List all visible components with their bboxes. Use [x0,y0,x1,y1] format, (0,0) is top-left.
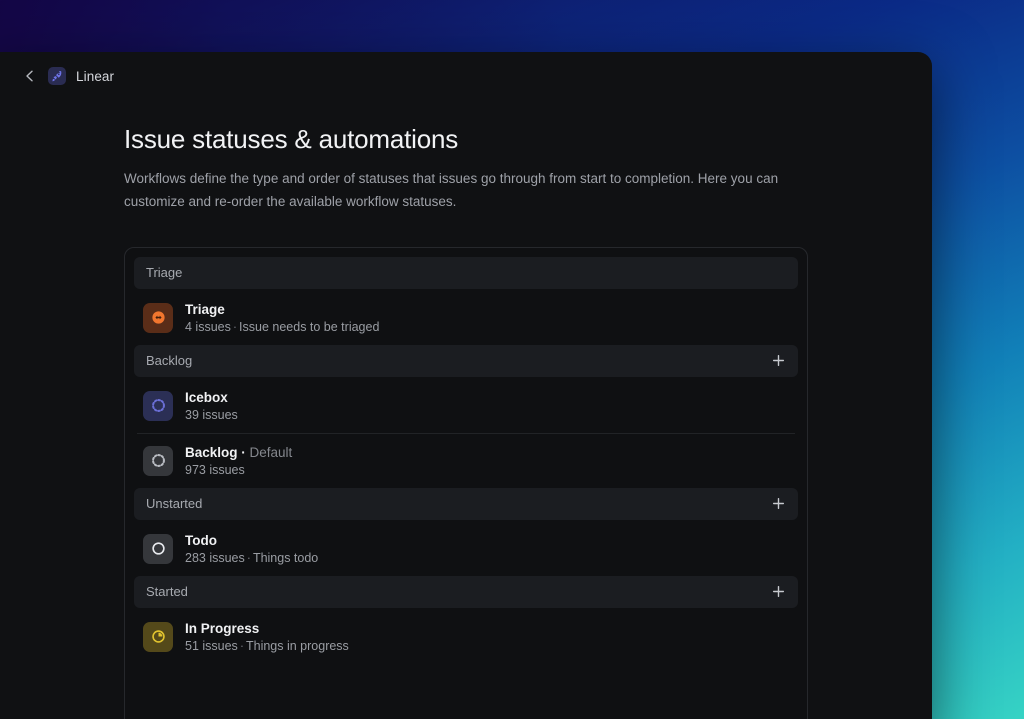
progress-pie-icon [143,621,173,652]
app-title: Linear [76,68,115,84]
triage-icon [143,302,173,333]
status-row[interactable]: Todo 283 issues · Things todo [137,522,795,576]
status-row[interactable]: Triage 4 issues · Issue needs to be triaged [137,291,795,345]
status-list-backlog: Icebox 39 issues Backlog · Default 973 issu… [134,379,798,488]
page-description: Workflows define the type and order of s… [124,171,779,210]
status-issue-count: 51 issues [185,638,238,653]
section-title: Unstarted [146,496,203,512]
status-description: Issue needs to be triaged [239,319,380,334]
section-title: Triage [146,265,183,281]
status-name: Icebox [185,390,238,405]
status-list-started: In Progress 51 issues · Things in progress [134,610,798,664]
status-meta-separator: · [232,319,238,334]
status-text: Icebox 39 issues [185,390,238,422]
app-window: Linear Issue statuses & automations Work… [0,52,932,719]
status-list-unstarted: Todo 283 issues · Things todo [134,522,798,576]
section-header-started: Started [134,575,798,608]
section-title: Backlog [146,353,193,369]
chevron-left-icon[interactable] [22,68,38,84]
rocket-icon [48,67,66,85]
section-header-backlog: Backlog [134,344,798,377]
status-text: In Progress 51 issues · Things in progress [185,621,349,653]
status-issue-count: 973 issues [185,462,245,477]
add-status-button-started[interactable] [768,582,788,602]
status-meta: 51 issues · Things in progress [185,639,349,653]
status-meta-separator: · [246,550,251,565]
dashed-circle-icon [143,445,173,476]
status-name-label: Backlog [185,444,238,460]
window-titlebar: Linear [0,52,932,100]
page-title: Issue statuses & automations [124,124,459,154]
status-name-label: In Progress [185,620,260,636]
status-name: In Progress [185,621,349,636]
status-text: Backlog · Default 973 issues [185,445,292,477]
status-description: Things in progress [245,638,349,653]
status-issue-count: 283 issues [185,550,245,565]
status-row[interactable]: Backlog · Default 973 issues [137,432,795,488]
workflow-statuses-card: Triage Triage 4 issues · Issue needs to be t… [124,246,808,719]
status-meta: 4 issues · Issue needs to be triaged [185,320,379,334]
status-name-label: Triage [185,301,225,317]
status-meta-separator: · [239,638,244,653]
section-title: Started [146,584,188,600]
status-text: Todo 283 issues · Things todo [185,533,318,565]
add-status-button-backlog[interactable] [768,351,788,371]
section-header-triage: Triage [134,256,798,289]
status-issue-count: 4 issues [185,319,231,334]
status-meta: 973 issues [185,463,292,477]
status-name: Backlog · Default [185,444,293,460]
status-issue-count: 39 issues [185,407,238,422]
status-description: Things todo [252,550,319,565]
circle-outline-icon [143,533,173,564]
status-list-triage: Triage 4 issues · Issue needs to be triaged [134,291,798,345]
status-meta: 283 issues · Things todo [185,551,318,565]
status-name: Todo [185,533,318,548]
add-status-button-unstarted[interactable] [768,494,788,514]
status-name: Triage [185,302,379,317]
status-default-badge: Default [249,444,293,460]
status-name-label: Todo [185,532,217,548]
status-meta: 39 issues [185,408,238,422]
dashed-circle-icon [143,390,173,421]
status-name-label: Icebox [185,389,228,405]
section-header-unstarted: Unstarted [134,487,798,520]
status-row[interactable]: Icebox 39 issues [137,379,795,433]
status-row[interactable]: In Progress 51 issues · Things in progress [137,610,795,664]
status-text: Triage 4 issues · Issue needs to be triaged [185,302,379,334]
settings-content: Issue statuses & automations Workflows d… [0,100,932,719]
